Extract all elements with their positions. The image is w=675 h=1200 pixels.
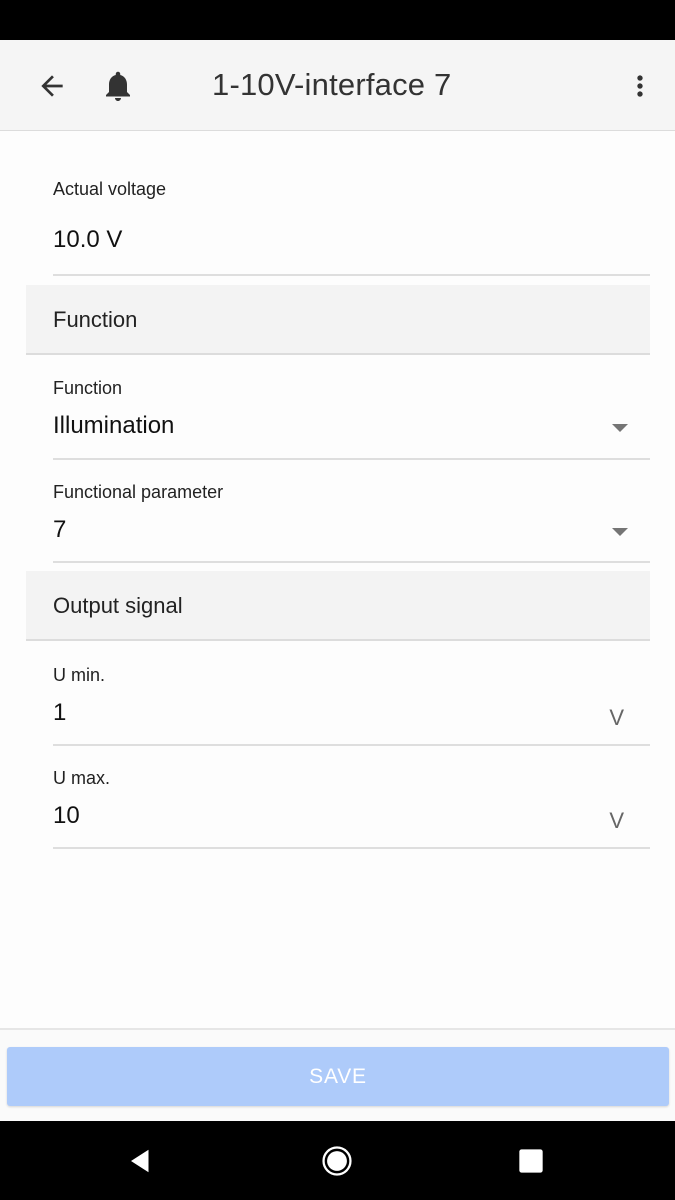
- field-underline: [53, 744, 650, 746]
- actual-voltage-field: Actual voltage: [53, 179, 650, 200]
- save-button[interactable]: SAVE: [7, 1047, 669, 1106]
- u-max-value: 10: [53, 802, 80, 829]
- section-title: Output signal: [53, 593, 183, 618]
- actual-voltage-value: 10.0 V: [53, 226, 123, 253]
- u-max-input[interactable]: U max. 10 V: [53, 768, 650, 849]
- back-button[interactable]: [30, 64, 74, 108]
- functional-parameter-label: Functional parameter: [53, 482, 224, 502]
- status-bar: [0, 0, 675, 40]
- dropdown-arrow-icon: [612, 528, 628, 536]
- functional-parameter-value: 7: [53, 516, 67, 543]
- u-max-label: U max.: [53, 768, 111, 788]
- dropdown-arrow-icon: [612, 424, 628, 432]
- u-min-unit: V: [609, 705, 624, 730]
- system-navigation-bar: [0, 1121, 675, 1200]
- circle-home-icon: [322, 1146, 352, 1176]
- nav-home-button[interactable]: [317, 1141, 357, 1181]
- field-underline: [53, 458, 650, 460]
- more-vert-icon: [637, 75, 643, 97]
- u-min-input[interactable]: U min. 1 V: [53, 665, 650, 746]
- function-select[interactable]: Function Illumination: [53, 378, 650, 460]
- notifications-button[interactable]: [96, 64, 140, 108]
- nav-back-button[interactable]: [121, 1141, 161, 1181]
- square-recents-icon: [519, 1149, 543, 1173]
- field-underline: [53, 561, 650, 563]
- u-max-unit: V: [609, 808, 624, 833]
- arrow-back-icon: [41, 75, 63, 97]
- section-header-function: Function: [26, 285, 650, 355]
- content-area: Actual voltage 10.0 V Function Function …: [0, 131, 675, 1028]
- app-bar: 1-10V-interface 7: [0, 40, 675, 131]
- functional-parameter-select[interactable]: Functional parameter 7: [53, 482, 650, 563]
- footer-divider: [0, 1028, 675, 1030]
- u-min-value: 1: [53, 699, 67, 726]
- section-header-output-signal: Output signal: [26, 571, 650, 641]
- actual-voltage-label: Actual voltage: [53, 179, 167, 199]
- triangle-back-icon: [131, 1149, 149, 1173]
- u-min-label: U min.: [53, 665, 106, 685]
- more-options-button[interactable]: [618, 64, 662, 108]
- nav-recents-button[interactable]: [511, 1141, 551, 1181]
- actual-voltage-value-row: 10.0 V: [53, 226, 650, 254]
- field-underline: [53, 847, 650, 849]
- bell-icon: [106, 71, 130, 101]
- function-value: Illumination: [53, 412, 175, 439]
- function-label: Function: [53, 378, 123, 398]
- section-title: Function: [53, 307, 138, 332]
- page-title: 1-10V-interface 7: [212, 67, 452, 102]
- divider: [53, 274, 650, 276]
